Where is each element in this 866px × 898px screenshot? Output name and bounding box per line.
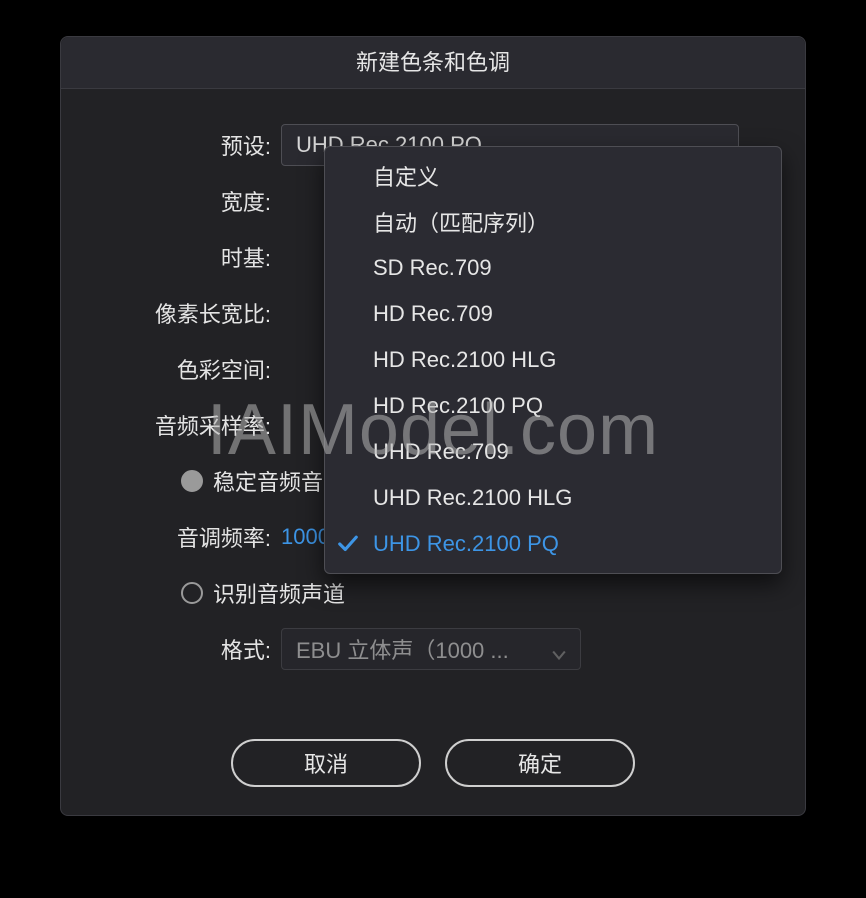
radio-stable-audio-tone[interactable]: 稳定音频音 <box>181 465 323 497</box>
preset-option-hd-2100-pq[interactable]: HD Rec.2100 PQ <box>325 383 781 429</box>
radio-ident-channels[interactable]: 识别音频声道 <box>181 577 345 609</box>
label-colorspace: 色彩空间: <box>101 353 281 385</box>
label-preset: 预设: <box>101 129 281 161</box>
label-tone-freq: 音调频率: <box>101 521 281 553</box>
dialog-buttons: 取消 确定 <box>61 739 805 787</box>
check-icon <box>337 533 359 555</box>
cancel-button[interactable]: 取消 <box>231 739 421 787</box>
preset-option-uhd-709[interactable]: UHD Rec.709 <box>325 429 781 475</box>
label-audio-sr: 音频采样率: <box>101 409 281 441</box>
dialog-new-bars-and-tone: 新建色条和色调 预设: UHD Rec.2100 PQ 宽度: 时基: 像素长宽… <box>60 36 806 816</box>
dialog-title: 新建色条和色调 <box>61 37 805 89</box>
label-par: 像素长宽比: <box>101 297 281 329</box>
label-format: 格式: <box>101 633 281 665</box>
label-timebase: 时基: <box>101 241 281 273</box>
chevron-down-icon <box>552 642 566 656</box>
preset-option-auto[interactable]: 自动（匹配序列） <box>325 199 781 245</box>
radio-stable-audio-label: 稳定音频音 <box>213 465 323 497</box>
preset-option-uhd-2100-pq[interactable]: UHD Rec.2100 PQ <box>325 521 781 567</box>
preset-option-sd-709[interactable]: SD Rec.709 <box>325 245 781 291</box>
radio-dot-icon <box>181 470 203 492</box>
preset-option-custom[interactable]: 自定义 <box>325 153 781 199</box>
label-width: 宽度: <box>101 185 281 217</box>
radio-ident-channels-label: 识别音频声道 <box>213 577 345 609</box>
preset-popup: 自定义 自动（匹配序列） SD Rec.709 HD Rec.709 HD Re… <box>324 146 782 574</box>
radio-dot-icon <box>181 582 203 604</box>
format-dropdown[interactable]: EBU 立体声（1000 ... <box>281 628 581 670</box>
preset-option-uhd-2100-hlg[interactable]: UHD Rec.2100 HLG <box>325 475 781 521</box>
preset-option-hd-709[interactable]: HD Rec.709 <box>325 291 781 337</box>
format-value: EBU 立体声（1000 ... <box>296 633 509 665</box>
ok-button[interactable]: 确定 <box>445 739 635 787</box>
preset-option-hd-2100-hlg[interactable]: HD Rec.2100 HLG <box>325 337 781 383</box>
row-format: 格式: EBU 立体声（1000 ... <box>101 621 765 677</box>
